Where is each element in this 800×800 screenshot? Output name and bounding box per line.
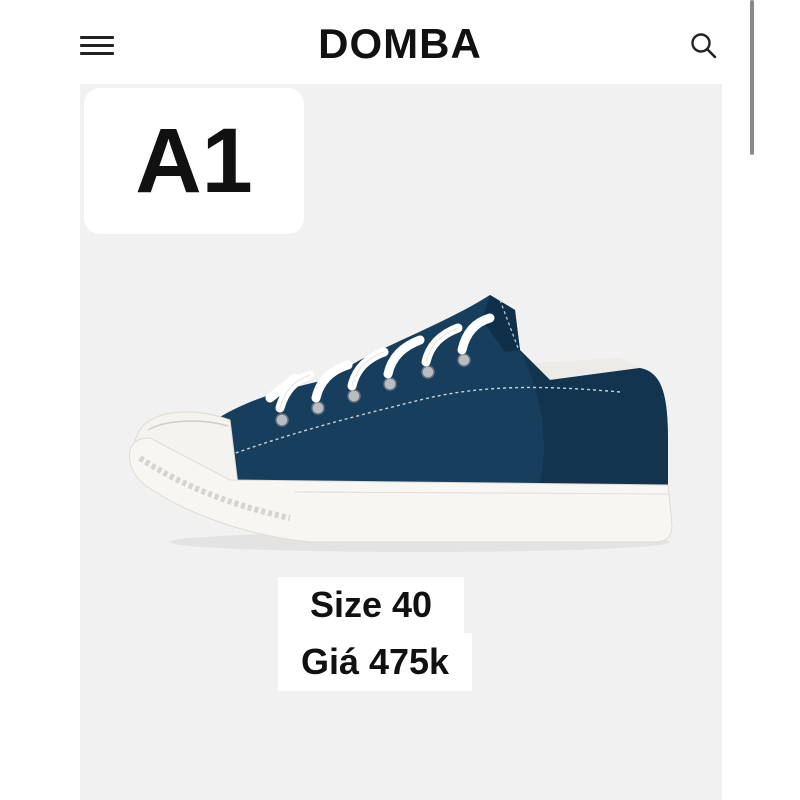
size-label: Size 40 (278, 577, 464, 633)
product-code-label: A1 (135, 110, 253, 212)
page: DOMBA A1 Size 40 Giá 475k (0, 0, 800, 800)
price-label: Giá 475k (278, 633, 472, 691)
product-code-card: A1 (84, 88, 304, 234)
scrollbar-thumb[interactable] (750, 0, 754, 155)
search-icon[interactable] (686, 28, 722, 64)
sneaker-image (129, 295, 673, 552)
brand-logo[interactable]: DOMBA (0, 20, 800, 68)
